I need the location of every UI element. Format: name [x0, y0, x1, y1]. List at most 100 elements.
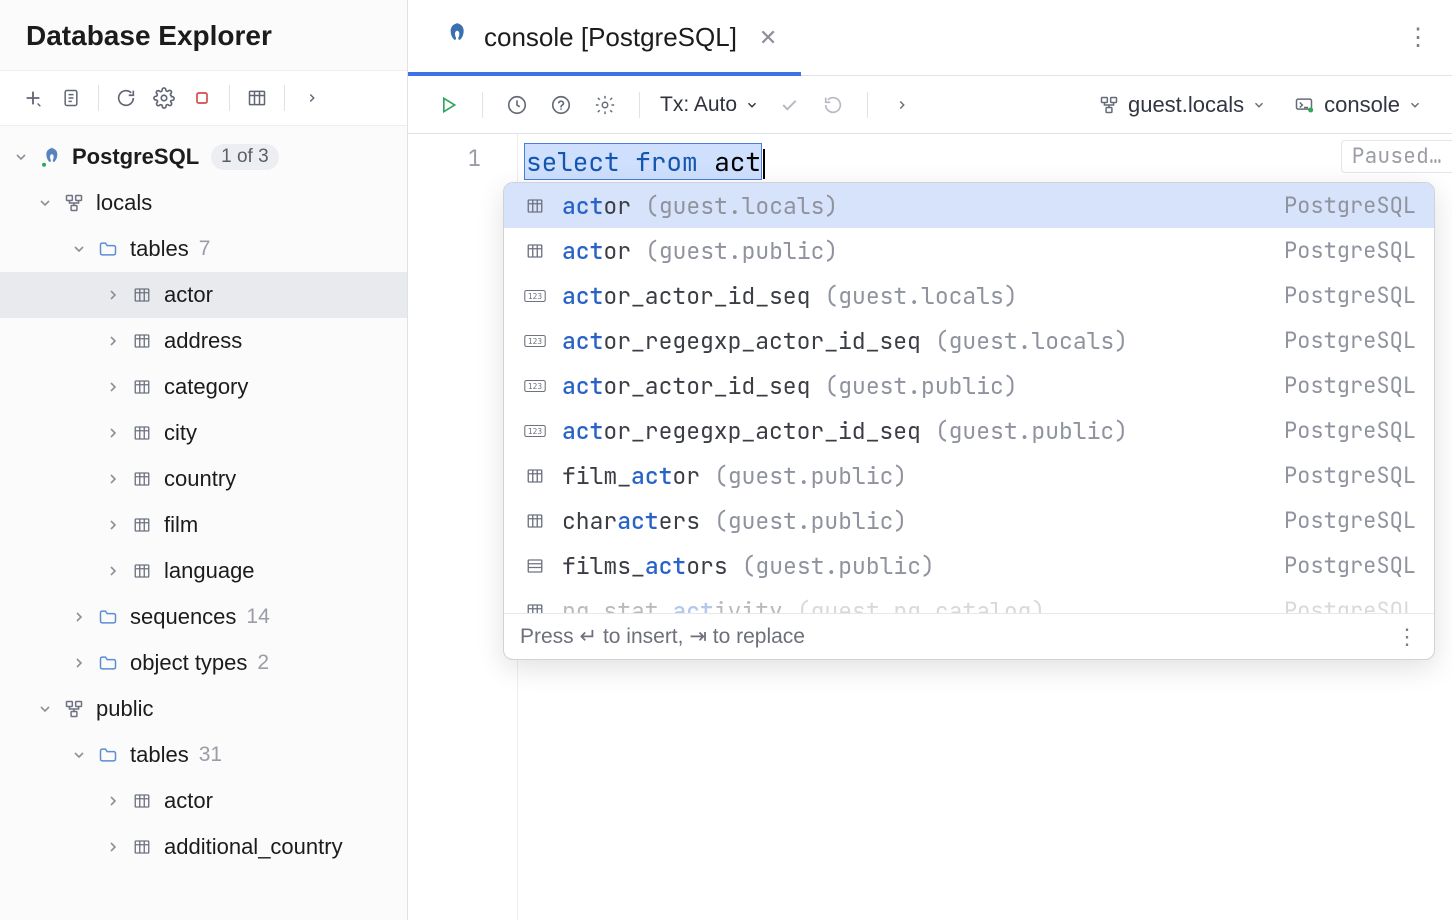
database-explorer-panel: Database Explorer Postgre — [0, 0, 408, 920]
session-selector-label: console — [1324, 92, 1400, 118]
completion-hint: (guest.public) — [935, 416, 1128, 446]
rollback-button[interactable] — [813, 85, 853, 125]
autocomplete-item[interactable]: actor(guest.locals)PostgreSQL — [504, 183, 1434, 228]
schema-selector[interactable]: guest.locals — [1088, 85, 1276, 125]
refresh-button[interactable] — [107, 79, 145, 117]
code-keyword: select from — [524, 143, 713, 180]
autocomplete-item[interactable]: film_actor(guest.public)PostgreSQL — [504, 453, 1434, 498]
table-node[interactable]: actor — [0, 778, 407, 824]
commit-button[interactable] — [769, 85, 809, 125]
ddl-button[interactable] — [52, 79, 90, 117]
tab-options-button[interactable]: ⋮ — [1394, 14, 1442, 62]
tab-console[interactable]: console [PostgreSQL] ✕ — [408, 0, 801, 75]
add-datasource-button[interactable] — [14, 79, 52, 117]
stop-button[interactable] — [183, 79, 221, 117]
autocomplete-popup[interactable]: actor(guest.locals)PostgreSQLactor(guest… — [503, 182, 1435, 660]
sequence-icon: 123 — [522, 378, 548, 394]
datasource-name: PostgreSQL — [72, 144, 199, 170]
tab-bar: console [PostgreSQL] ✕ ⋮ — [408, 0, 1452, 76]
completion-source: PostgreSQL — [1284, 326, 1416, 355]
autocomplete-item[interactable]: films_actors(guest.public)PostgreSQL — [504, 543, 1434, 588]
code-area[interactable]: Paused… select from act actor(guest.loca… — [518, 134, 1452, 920]
autocomplete-item[interactable]: actor(guest.public)PostgreSQL — [504, 228, 1434, 273]
completion-hint: (guest.public) — [714, 506, 907, 536]
chevron-right-icon — [64, 655, 94, 671]
table-icon — [128, 562, 156, 580]
close-icon[interactable]: ✕ — [759, 25, 777, 51]
table-icon — [128, 286, 156, 304]
code-typed: act — [713, 143, 762, 180]
group-node-tables[interactable]: tables 7 — [0, 226, 407, 272]
schema-node-public[interactable]: public — [0, 686, 407, 732]
table-node[interactable]: language — [0, 548, 407, 594]
table-icon — [522, 512, 548, 530]
autocomplete-item[interactable]: 123actor_actor_id_seq(guest.locals)Postg… — [504, 273, 1434, 318]
table-node[interactable]: additional_country — [0, 824, 407, 870]
folder-icon — [94, 745, 122, 765]
table-icon — [128, 378, 156, 396]
completion-source: PostgreSQL — [1284, 371, 1416, 400]
completion-name: pg_stat_activity — [562, 596, 783, 614]
table-node[interactable]: city — [0, 410, 407, 456]
autocomplete-item[interactable]: pg_stat_activity(guest.pg_catalog)Postgr… — [504, 588, 1434, 613]
group-label: tables — [130, 742, 189, 768]
table-icon — [128, 792, 156, 810]
table-icon — [128, 424, 156, 442]
explain-plan-button[interactable] — [541, 85, 581, 125]
folder-icon — [94, 607, 122, 627]
session-selector[interactable]: console — [1282, 85, 1432, 125]
table-node[interactable]: film — [0, 502, 407, 548]
table-label: additional_country — [164, 834, 343, 860]
expand-toolbar-button[interactable] — [882, 85, 922, 125]
panel-title: Database Explorer — [0, 0, 407, 70]
autocomplete-item[interactable]: 123actor_actor_id_seq(guest.public)Postg… — [504, 363, 1434, 408]
datasource-counter: 1 of 3 — [211, 144, 279, 170]
completion-name: actor_actor_id_seq — [562, 281, 810, 311]
run-button[interactable] — [428, 85, 468, 125]
completion-name: actor_actor_id_seq — [562, 371, 810, 401]
table-node[interactable]: address — [0, 318, 407, 364]
query-settings-button[interactable] — [585, 85, 625, 125]
autocomplete-options-button[interactable]: ⋮ — [1396, 613, 1418, 661]
table-node[interactable]: actor — [0, 272, 407, 318]
completion-hint: (guest.public) — [714, 461, 907, 491]
chevron-right-icon — [98, 793, 128, 809]
expand-toolbar-button[interactable] — [293, 79, 331, 117]
chevron-right-icon — [98, 333, 128, 349]
svg-text:123: 123 — [528, 337, 542, 346]
completion-source: PostgreSQL — [1284, 506, 1416, 535]
completion-hint: (guest.public) — [742, 551, 935, 581]
autocomplete-item[interactable]: 123actor_regegxp_actor_id_seq(guest.loca… — [504, 318, 1434, 363]
tab-title: console [PostgreSQL] — [484, 22, 737, 53]
autocomplete-item[interactable]: characters(guest.public)PostgreSQL — [504, 498, 1434, 543]
autocomplete-list[interactable]: actor(guest.locals)PostgreSQLactor(guest… — [504, 183, 1434, 613]
table-label: actor — [164, 788, 213, 814]
history-button[interactable] — [497, 85, 537, 125]
code-line[interactable]: select from act — [524, 144, 1452, 180]
database-tree[interactable]: PostgreSQL 1 of 3 locals tables 7 actora… — [0, 126, 407, 920]
completion-name: film_actor — [562, 461, 700, 491]
settings-button[interactable] — [145, 79, 183, 117]
group-node-tables[interactable]: tables 31 — [0, 732, 407, 778]
table-icon — [128, 470, 156, 488]
sequence-icon: 123 — [522, 333, 548, 349]
tx-mode-select[interactable]: Tx: Auto — [654, 85, 765, 125]
group-label: sequences — [130, 604, 236, 630]
sequence-icon: 123 — [522, 288, 548, 304]
folder-icon — [94, 239, 122, 259]
table-view-button[interactable] — [238, 79, 276, 117]
datasource-node[interactable]: PostgreSQL 1 of 3 — [0, 134, 407, 180]
autocomplete-item[interactable]: 123actor_regegxp_actor_id_seq(guest.publ… — [504, 408, 1434, 453]
sql-editor[interactable]: 1 Paused… select from act actor(guest.lo… — [408, 134, 1452, 920]
table-node[interactable]: category — [0, 364, 407, 410]
chevron-down-icon — [30, 195, 60, 211]
table-icon — [522, 602, 548, 614]
paused-indicator: Paused… — [1341, 140, 1452, 173]
chevron-right-icon — [98, 287, 128, 303]
schema-node-locals[interactable]: locals — [0, 180, 407, 226]
group-node-sequences[interactable]: sequences 14 — [0, 594, 407, 640]
table-node[interactable]: country — [0, 456, 407, 502]
group-node-object-types[interactable]: object types 2 — [0, 640, 407, 686]
chevron-right-icon — [64, 609, 94, 625]
completion-hint: (guest.public) — [645, 236, 838, 266]
